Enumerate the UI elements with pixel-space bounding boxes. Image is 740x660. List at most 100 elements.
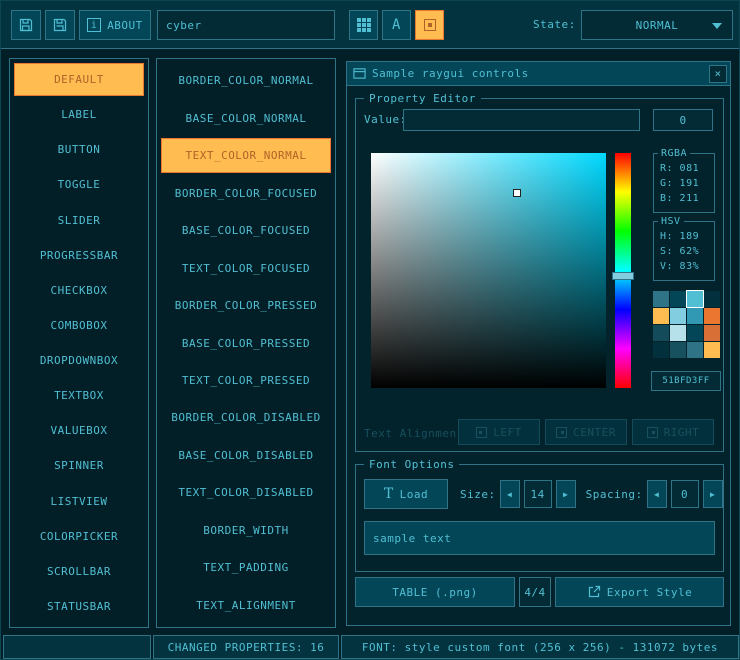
color-swatch[interactable] (704, 325, 720, 341)
font-load-label: Load (400, 488, 429, 501)
property-list-item[interactable]: BORDER_COLOR_NORMAL (161, 63, 331, 98)
load-style-button[interactable] (11, 10, 41, 40)
color-swatch[interactable] (653, 308, 669, 324)
export-table-button[interactable]: TABLE (.png) (355, 577, 515, 607)
rgba-label: RGBA (658, 146, 690, 161)
style-name-input[interactable] (157, 10, 335, 40)
color-swatch[interactable] (704, 342, 720, 358)
color-swatch[interactable] (704, 308, 720, 324)
property-list-item[interactable]: BORDER_COLOR_DISABLED (161, 400, 331, 435)
color-swatch[interactable] (670, 291, 686, 307)
controls-list-item[interactable]: COLORPICKER (14, 520, 144, 553)
align-center-button[interactable]: CENTER (545, 419, 627, 445)
size-value[interactable]: 14 (524, 480, 552, 508)
spacing-decrease-button[interactable]: ◀ (647, 480, 667, 508)
color-swatch[interactable] (670, 325, 686, 341)
export-style-label: Export Style (607, 586, 692, 599)
rgba-group: RGBA R: 081 G: 191 B: 211 (653, 153, 715, 213)
controls-list-item[interactable]: DEFAULT (14, 63, 144, 96)
statusbar-left (3, 635, 151, 659)
property-list-item[interactable]: BASE_COLOR_DISABLED (161, 438, 331, 473)
state-dropdown[interactable]: NORMAL (581, 10, 733, 40)
color-swatch[interactable] (653, 325, 669, 341)
property-list-item[interactable]: BORDER_COLOR_FOCUSED (161, 175, 331, 210)
value-input[interactable] (403, 109, 640, 131)
value-spinner[interactable]: 0 (653, 109, 713, 131)
property-list-item[interactable]: TEXT_COLOR_FOCUSED (161, 250, 331, 285)
controls-list-item[interactable]: DROPDOWNBOX (14, 344, 144, 377)
align-left-icon (476, 427, 487, 438)
controls-list-item[interactable]: VALUEBOX (14, 414, 144, 447)
property-list-item[interactable]: BASE_COLOR_PRESSED (161, 325, 331, 360)
hsv-h-value: H: 189 (654, 229, 714, 244)
property-list-item[interactable]: TEXT_COLOR_PRESSED (161, 363, 331, 398)
font-load-button[interactable]: T Load (364, 479, 448, 509)
controls-list-item[interactable]: TOGGLE (14, 168, 144, 201)
controls-list-item[interactable]: BUTTON (14, 133, 144, 166)
align-left-button[interactable]: LEFT (458, 419, 540, 445)
property-list-item[interactable]: BASE_COLOR_FOCUSED (161, 213, 331, 248)
property-list-item[interactable]: BASE_COLOR_NORMAL (161, 100, 331, 135)
controls-list-item[interactable]: PROGRESSBAR (14, 239, 144, 272)
window-titlebar[interactable]: Sample raygui controls × (347, 62, 730, 86)
controls-list-item[interactable]: COMBOBOX (14, 309, 144, 342)
format-counter[interactable]: 4/4 (519, 577, 551, 607)
controls-list-item[interactable]: CHECKBOX (14, 274, 144, 307)
style-table-button[interactable] (349, 10, 378, 40)
color-swatch[interactable] (687, 325, 703, 341)
color-swatch[interactable] (687, 308, 703, 324)
controls-list-item[interactable]: LISTVIEW (14, 485, 144, 518)
property-list-item[interactable]: TEXT_PADDING (161, 550, 331, 585)
property-list-item[interactable]: BORDER_WIDTH (161, 513, 331, 548)
font-t-icon: T (384, 487, 394, 501)
color-swatch[interactable] (670, 342, 686, 358)
controls-list-item[interactable]: SLIDER (14, 204, 144, 237)
color-swatch[interactable] (653, 342, 669, 358)
hue-slider-handle[interactable] (612, 272, 634, 280)
state-label: State: (533, 18, 576, 31)
floppy-icon (18, 17, 34, 33)
color-swatch[interactable] (687, 342, 703, 358)
sample-text-input[interactable] (364, 521, 715, 555)
color-swatch[interactable] (704, 291, 720, 307)
hex-color-value[interactable]: 51BFD3FF (651, 371, 721, 391)
about-button[interactable]: i ABOUT (79, 10, 151, 40)
color-swatch[interactable] (653, 291, 669, 307)
hue-slider[interactable] (615, 153, 631, 388)
color-swatch[interactable] (670, 308, 686, 324)
rgba-r-value: R: 081 (654, 161, 714, 176)
close-icon[interactable]: × (709, 65, 727, 83)
text-alignment-label: Text Alignment: (364, 427, 456, 440)
hsv-label: HSV (658, 214, 684, 229)
size-decrease-button[interactable]: ◀ (500, 480, 520, 508)
color-picker-area[interactable] (371, 153, 606, 388)
value-label: Value: (364, 113, 407, 126)
property-list-item[interactable]: TEXT_ALIGNMENT (161, 588, 331, 623)
color-swatch[interactable] (687, 291, 703, 307)
spacing-increase-button[interactable]: ▶ (703, 480, 723, 508)
color-picker-cursor[interactable] (513, 189, 521, 197)
save-style-button[interactable] (45, 10, 75, 40)
align-right-button[interactable]: RIGHT (632, 419, 714, 445)
info-icon: i (87, 18, 101, 32)
controls-list-item[interactable]: SCROLLBAR (14, 555, 144, 588)
property-list-item[interactable]: BORDER_COLOR_PRESSED (161, 288, 331, 323)
spacing-value[interactable]: 0 (671, 480, 699, 508)
letter-a-icon: A (392, 17, 401, 33)
color-mode-button[interactable] (415, 10, 444, 40)
size-increase-button[interactable]: ▶ (556, 480, 576, 508)
properties-list: BORDER_COLOR_NORMALBASE_COLOR_NORMALTEXT… (156, 58, 336, 628)
toolbar: i ABOUT A State: NORMAL (1, 1, 739, 49)
align-right-label: RIGHT (664, 426, 700, 439)
export-style-button[interactable]: Export Style (555, 577, 724, 607)
color-square-icon (424, 19, 436, 31)
controls-list-item[interactable]: LABEL (14, 98, 144, 131)
controls-list-item[interactable]: SPINNER (14, 449, 144, 482)
controls-list-item[interactable]: TEXTBOX (14, 379, 144, 412)
property-list-item[interactable]: TEXT_COLOR_DISABLED (161, 475, 331, 510)
controls-list-item[interactable]: STATUSBAR (14, 590, 144, 623)
state-value: NORMAL (636, 19, 679, 32)
property-list-item[interactable]: TEXT_COLOR_NORMAL (161, 138, 331, 173)
font-settings-button[interactable]: A (382, 10, 411, 40)
window-title: Sample raygui controls (372, 67, 529, 80)
